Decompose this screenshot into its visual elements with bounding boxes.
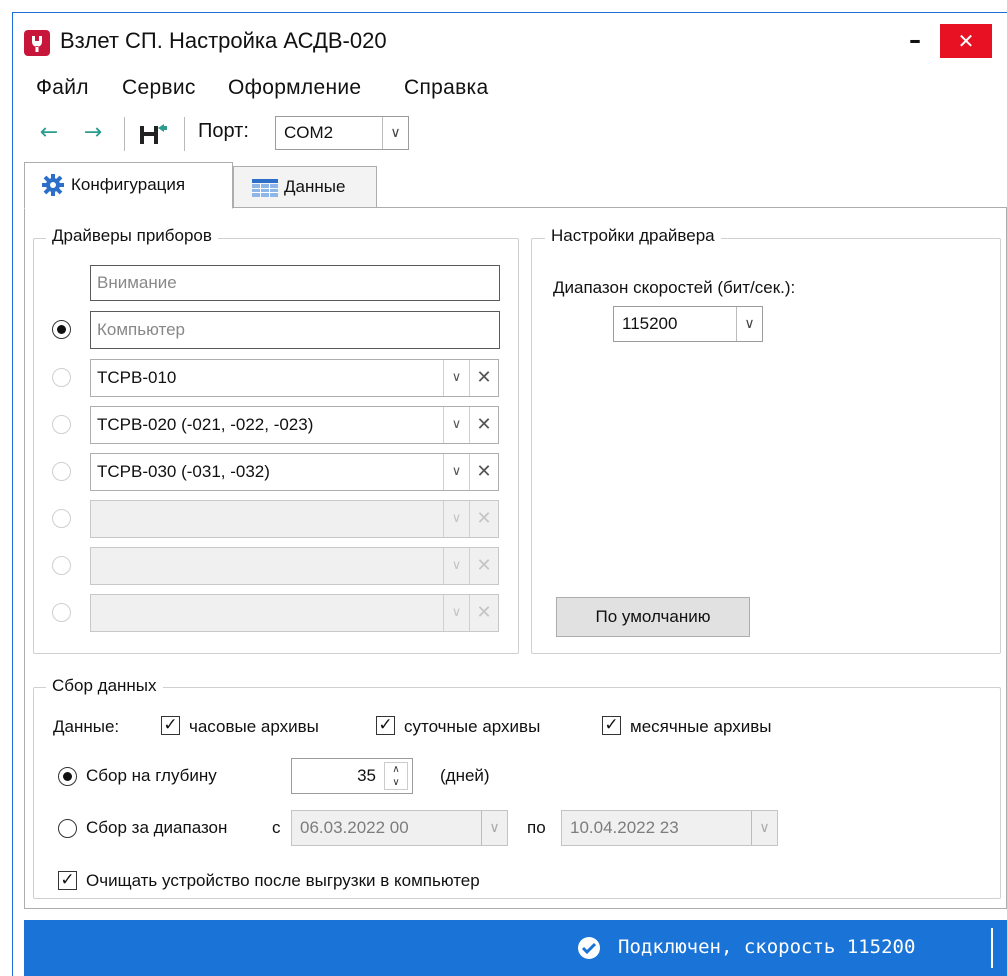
chevron-down-icon[interactable]: ∨ (443, 360, 469, 396)
speed-select[interactable]: 115200 ∨ (613, 306, 763, 342)
warning-field[interactable]: Внимание (90, 265, 500, 301)
days-label: (дней) (440, 766, 490, 785)
driver-value: ТСРВ-010 (97, 368, 177, 387)
driver-value: ТСРВ-030 (-031, -032) (97, 462, 270, 481)
from-label: с (272, 818, 281, 837)
radio-driver-1[interactable] (52, 368, 71, 387)
monthly-checkbox[interactable]: ✓ (602, 716, 621, 735)
chevron-down-icon: ∨ (382, 117, 408, 149)
forward-arrow-icon[interactable]: → (78, 118, 108, 148)
chevron-down-icon: ∨ (481, 811, 507, 845)
menu-file[interactable]: Файл (36, 76, 89, 100)
default-button[interactable]: По умолчанию (556, 597, 750, 637)
radio-computer[interactable] (52, 320, 71, 339)
menu-help[interactable]: Справка (404, 76, 488, 100)
range-label: Сбор за диапазон (86, 818, 228, 837)
depth-label: Сбор на глубину (86, 766, 217, 785)
chevron-down-icon: ∨ (736, 307, 762, 341)
table-icon (252, 179, 278, 197)
clear-device-checkbox[interactable]: ✓ (58, 871, 77, 890)
back-arrow-icon[interactable]: ← (34, 118, 64, 148)
to-date-value: 10.04.2022 23 (570, 818, 679, 837)
chevron-down-icon: ∨ (443, 501, 469, 537)
driver-settings-group (531, 238, 1001, 654)
remove-icon: ✕ (469, 501, 498, 537)
gear-icon (41, 173, 65, 197)
monthly-label: месячные архивы (630, 717, 772, 736)
radio-driver-2[interactable] (52, 415, 71, 434)
remove-icon[interactable]: ✕ (469, 454, 498, 490)
depth-radio[interactable] (58, 767, 77, 786)
depth-spinner[interactable]: 35 ∧ ∨ (291, 758, 413, 794)
chevron-down-icon: ∨ (443, 595, 469, 631)
status-separator (991, 928, 993, 968)
close-button[interactable]: ✕ (940, 24, 992, 58)
tab-configuration[interactable]: Конфигурация (24, 162, 233, 209)
hourly-checkbox[interactable]: ✓ (161, 716, 180, 735)
to-date-select[interactable]: 10.04.2022 23 ∨ (561, 810, 778, 846)
radio-driver-5[interactable] (52, 556, 71, 575)
daily-label: суточные архивы (404, 717, 541, 736)
drivers-group-title: Драйверы приборов (46, 226, 218, 246)
chevron-down-icon[interactable]: ∨ (443, 454, 469, 490)
chevron-down-icon: ∨ (443, 548, 469, 584)
radio-driver-4[interactable] (52, 509, 71, 528)
status-text: Подключен, скорость 115200 (618, 936, 916, 958)
driver-select-4[interactable]: ∨ ✕ (90, 500, 499, 538)
chevron-down-icon: ∨ (751, 811, 777, 845)
hourly-label: часовые архивы (189, 717, 319, 736)
data-label: Данные: (53, 717, 120, 736)
driver-select-6[interactable]: ∨ ✕ (90, 594, 499, 632)
driver-select-1[interactable]: ТСРВ-010 ∨ ✕ (90, 359, 499, 397)
range-radio[interactable] (58, 819, 77, 838)
depth-value: 35 (357, 766, 376, 785)
to-label: по (527, 818, 546, 837)
menu-service[interactable]: Сервис (122, 76, 196, 100)
port-value: COM2 (284, 123, 334, 142)
remove-icon[interactable]: ✕ (469, 407, 498, 443)
daily-checkbox[interactable]: ✓ (376, 716, 395, 735)
computer-field[interactable]: Компьютер (90, 311, 500, 349)
wrench-icon (24, 30, 50, 56)
driver-select-2[interactable]: ТСРВ-020 (-021, -022, -023) ∨ ✕ (90, 406, 499, 444)
remove-icon[interactable]: ✕ (469, 360, 498, 396)
driver-select-5[interactable]: ∨ ✕ (90, 547, 499, 585)
driver-value: ТСРВ-020 (-021, -022, -023) (97, 415, 314, 434)
port-label: Порт: (198, 120, 249, 142)
window-title: Взлет СП. Настройка АСДВ-020 (60, 28, 387, 53)
minimize-button[interactable]: – (900, 22, 930, 60)
status-bar: Подключен, скорость 115200 (24, 920, 1007, 976)
port-select[interactable]: COM2 ∨ (275, 116, 409, 150)
clear-device-label: Очищать устройство после выгрузки в комп… (86, 871, 480, 890)
from-date-select[interactable]: 06.03.2022 00 ∨ (291, 810, 508, 846)
driver-settings-title: Настройки драйвера (545, 226, 721, 246)
toolbar-separator (184, 117, 185, 151)
tab-configuration-label: Конфигурация (71, 175, 186, 194)
chevron-down-icon[interactable]: ∨ (443, 407, 469, 443)
radio-driver-6[interactable] (52, 603, 71, 622)
menu-design[interactable]: Оформление (228, 76, 361, 100)
remove-icon: ✕ (469, 595, 498, 631)
save-export-icon[interactable] (138, 120, 168, 148)
speed-value: 115200 (622, 314, 678, 333)
collection-group-title: Сбор данных (46, 676, 163, 696)
radio-driver-3[interactable] (52, 462, 71, 481)
tab-data[interactable]: Данные (233, 166, 377, 208)
speed-range-label: Диапазон скоростей (бит/сек.): (553, 278, 796, 297)
spinner-arrows-icon[interactable]: ∧ ∨ (384, 762, 408, 790)
driver-select-3[interactable]: ТСРВ-030 (-031, -032) ∨ ✕ (90, 453, 499, 491)
remove-icon: ✕ (469, 548, 498, 584)
tab-data-label: Данные (284, 177, 346, 196)
from-date-value: 06.03.2022 00 (300, 818, 409, 837)
check-circle-icon (577, 936, 601, 960)
toolbar-separator (124, 117, 125, 151)
